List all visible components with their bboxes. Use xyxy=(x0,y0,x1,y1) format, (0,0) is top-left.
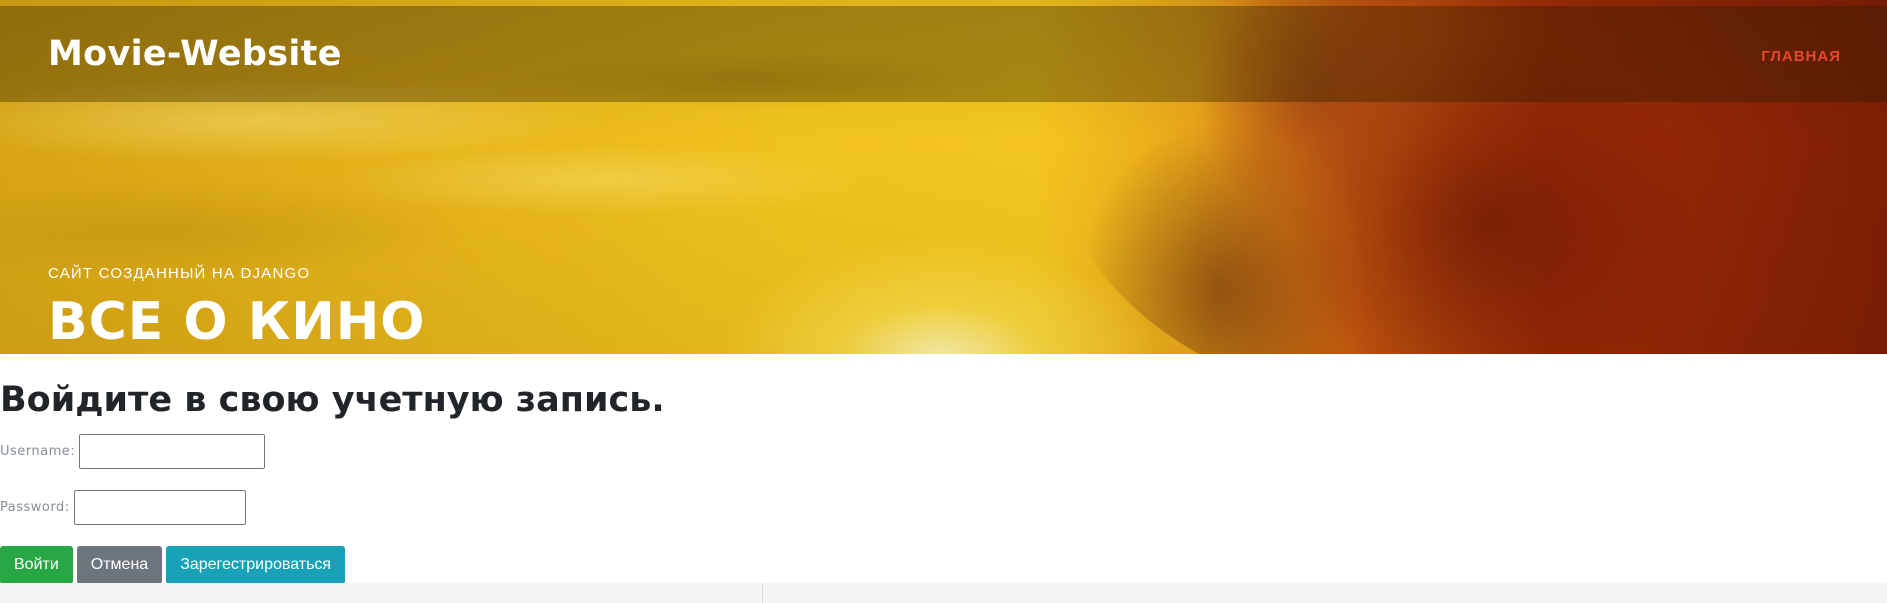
page-title: Войдите в свою учетную запись. xyxy=(0,380,665,420)
footer-divider xyxy=(762,583,763,603)
username-label: Username: xyxy=(0,444,76,459)
register-button[interactable]: Зарегестрироваться xyxy=(166,546,346,584)
form-actions: Войти Отмена Зарегестрироваться xyxy=(0,546,346,584)
hero-subtitle: САЙТ СОЗДАННЫЙ НА DJANGO xyxy=(48,265,311,282)
username-row: Username: xyxy=(0,434,266,469)
hero-banner: Movie-Website ГЛАВНАЯ САЙТ СОЗДАННЫЙ НА … xyxy=(0,0,1887,354)
password-row: Password: xyxy=(0,490,246,525)
footer-strip xyxy=(0,583,1887,603)
nav-link-home[interactable]: ГЛАВНАЯ xyxy=(1761,48,1841,65)
cancel-button[interactable]: Отмена xyxy=(76,546,163,584)
username-input[interactable] xyxy=(79,434,266,469)
top-navbar: Movie-Website ГЛАВНАЯ xyxy=(0,6,1887,102)
site-brand-link[interactable]: Movie-Website xyxy=(48,34,342,74)
hero-title: ВСЕ О КИНО xyxy=(48,292,426,352)
password-input[interactable] xyxy=(73,490,246,525)
login-button[interactable]: Войти xyxy=(0,546,73,584)
password-label: Password: xyxy=(0,500,70,515)
